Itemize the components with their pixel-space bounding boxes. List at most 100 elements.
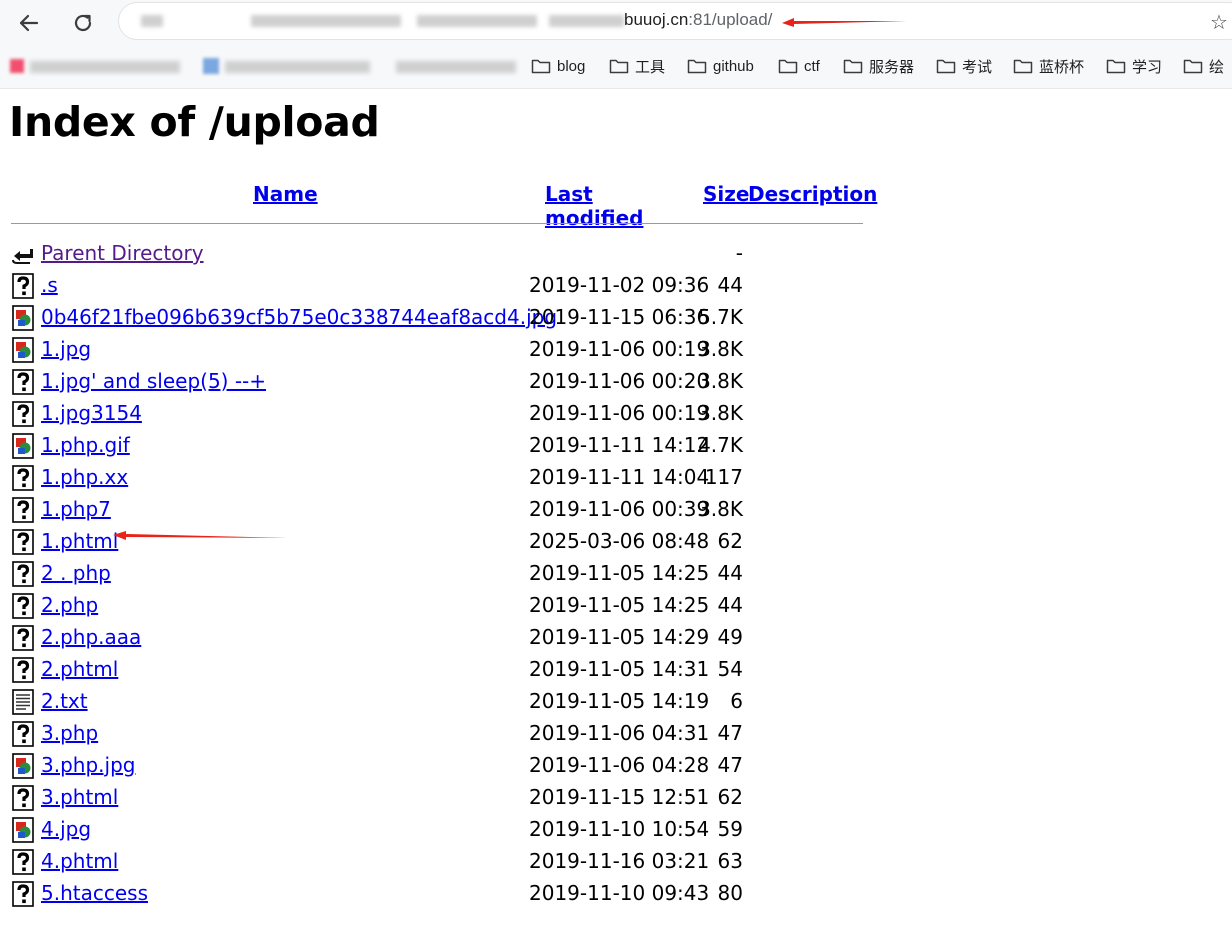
file-link[interactable]: 2 . php (41, 561, 111, 585)
column-header-size[interactable]: Size (703, 182, 749, 206)
file-modified: 2019-11-06 00:39 (529, 497, 710, 521)
file-size: 62 (717, 529, 743, 553)
file-row: 3.php.jpg 2019-11-06 04:28 47 (0, 753, 880, 798)
column-header-name[interactable]: Name (253, 182, 318, 206)
unknown-file-icon (12, 369, 34, 395)
bookmarks-bar: blog 工具 github ctf 服务器 考试 蓝桥杯 学习 绘 (0, 44, 1232, 88)
blurred-favicon (203, 58, 219, 74)
blurred-favicon (10, 59, 24, 73)
bookmark-folder[interactable]: 考试 (936, 55, 992, 77)
annotation-arrow-file (113, 531, 288, 540)
bookmark-folder[interactable]: 蓝桥杯 (1013, 55, 1084, 77)
unknown-file-icon (12, 561, 34, 587)
file-size: 49 (717, 625, 743, 649)
reload-icon (74, 14, 92, 32)
file-link[interactable]: 2.phtml (41, 657, 118, 681)
bookmark-folder[interactable]: ctf (778, 55, 820, 77)
unknown-file-icon (12, 849, 34, 875)
parent-directory-link[interactable]: Parent Directory (41, 241, 204, 265)
bookmark-folder[interactable]: github (687, 55, 754, 77)
file-size: 80 (717, 881, 743, 905)
file-size: 5.7K (698, 305, 743, 329)
image-file-icon (12, 305, 34, 331)
file-size: 44 (717, 273, 743, 297)
unknown-file-icon (12, 785, 34, 811)
file-link[interactable]: 1.php7 (41, 497, 111, 521)
file-link[interactable]: 1.jpg3154 (41, 401, 142, 425)
bookmark-label: 工具 (635, 58, 666, 76)
file-modified: 2019-11-10 10:54 (529, 817, 710, 841)
bookmark-folder[interactable]: blog (531, 55, 585, 77)
parent-directory-row: Parent Directory - (0, 241, 880, 286)
url-text: buuoj.cn:81/upload/ (624, 10, 772, 30)
bookmark-star-icon[interactable]: ☆ (1210, 10, 1228, 34)
file-size: 3.8K (698, 337, 743, 361)
file-row: 1.php.xx 2019-11-11 14:04 117 (0, 465, 880, 510)
file-link[interactable]: 2.php (41, 593, 98, 617)
unknown-file-icon (12, 497, 34, 523)
text-file-icon (12, 689, 34, 715)
bookmark-folder[interactable]: 服务器 (843, 55, 914, 77)
file-link[interactable]: 0b46f21fbe096b639cf5b75e0c338744eaf8acd4… (41, 305, 557, 329)
bookmark-folder[interactable]: 工具 (609, 55, 665, 77)
file-size: 117 (704, 465, 743, 489)
blurred-bookmark (396, 61, 516, 73)
file-modified: 2019-11-10 09:43 (529, 881, 710, 905)
file-modified: 2019-11-05 14:25 (529, 593, 710, 617)
chrome-divider (0, 88, 1232, 89)
file-size: 47 (717, 753, 743, 777)
unknown-file-icon (12, 529, 34, 555)
column-header-description[interactable]: Description (748, 182, 877, 206)
blurred-bookmark (30, 61, 180, 73)
file-link[interactable]: 4.phtml (41, 849, 118, 873)
bookmark-label: 绘 (1209, 58, 1225, 76)
file-size: 4.7K (698, 433, 743, 457)
file-link[interactable]: 3.php.jpg (41, 753, 135, 777)
file-link[interactable]: 3.php (41, 721, 98, 745)
file-link[interactable]: 2.txt (41, 689, 88, 713)
file-link[interactable]: 5.htaccess (41, 881, 148, 905)
file-link[interactable]: 1.jpg (41, 337, 91, 361)
file-row: 2.txt 2019-11-05 14:19 6 (0, 689, 880, 734)
file-modified: 2019-11-06 00:19 (529, 401, 710, 425)
bookmark-folder[interactable]: 学习 (1106, 55, 1162, 77)
file-row: 1.jpg3154 2019-11-06 00:19 3.8K (0, 401, 880, 446)
file-size: 54 (717, 657, 743, 681)
image-file-icon (12, 817, 34, 843)
file-row: 1.php.gif 2019-11-11 14:12 4.7K (0, 433, 880, 478)
file-row: 0b46f21fbe096b639cf5b75e0c338744eaf8acd4… (0, 305, 880, 350)
unknown-file-icon (12, 465, 34, 491)
folder-icon (1013, 59, 1033, 74)
file-link[interactable]: 4.jpg (41, 817, 91, 841)
page-title: Index of /upload (9, 98, 380, 146)
folder-icon (843, 59, 863, 74)
file-modified: 2019-11-05 14:29 (529, 625, 710, 649)
file-link[interactable]: 1.php.gif (41, 433, 130, 457)
file-row: 2.php.aaa 2019-11-05 14:29 49 (0, 625, 880, 670)
file-modified: 2019-11-02 09:36 (529, 273, 710, 297)
back-button[interactable] (11, 6, 45, 40)
file-modified: 2019-11-05 14:31 (529, 657, 710, 681)
file-modified: 2019-11-06 04:28 (529, 753, 710, 777)
bookmark-label: 考试 (962, 58, 993, 76)
file-size: 3.8K (698, 401, 743, 425)
file-row: 3.phtml 2019-11-15 12:51 62 (0, 785, 880, 830)
file-link[interactable]: .s (41, 273, 58, 297)
file-link[interactable]: 1.jpg' and sleep(5) --+ (41, 369, 266, 393)
folder-icon (778, 59, 798, 74)
file-link[interactable]: 3.phtml (41, 785, 118, 809)
file-size: 47 (717, 721, 743, 745)
file-modified: 2025-03-06 08:48 (529, 529, 710, 553)
bookmark-label: 蓝桥杯 (1039, 58, 1085, 76)
file-row: 2 . php 2019-11-05 14:25 44 (0, 561, 880, 606)
file-link[interactable]: 2.php.aaa (41, 625, 141, 649)
bookmark-label: github (713, 57, 754, 75)
file-link[interactable]: 1.php.xx (41, 465, 128, 489)
file-modified: 2019-11-06 00:19 (529, 337, 710, 361)
reload-button[interactable] (66, 6, 100, 40)
bookmark-folder[interactable]: 绘 (1183, 55, 1224, 77)
unknown-file-icon (12, 721, 34, 747)
bookmark-label: 服务器 (869, 58, 915, 76)
file-link[interactable]: 1.phtml (41, 529, 118, 553)
image-file-icon (12, 753, 34, 779)
